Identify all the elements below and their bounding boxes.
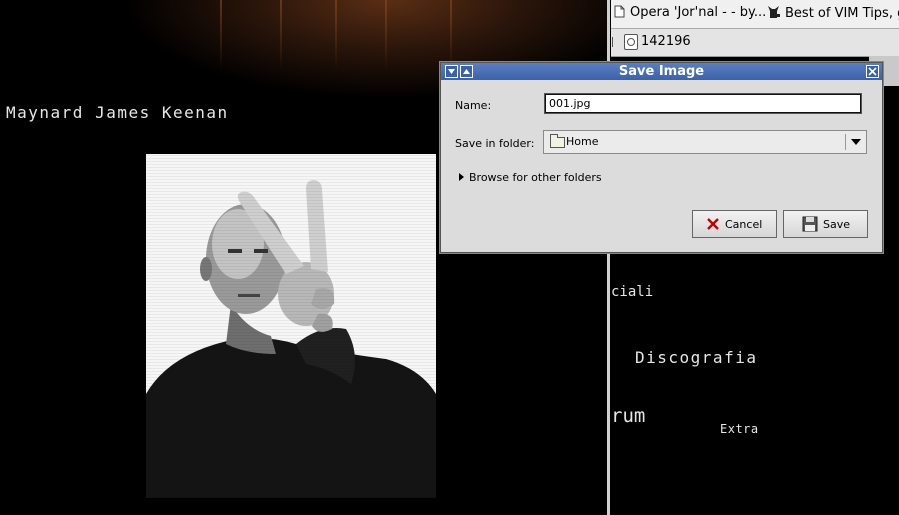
tab-label: Best of VIM Tips, g: [785, 6, 899, 21]
chevron-down-icon: [851, 139, 861, 145]
close-button[interactable]: [866, 65, 879, 78]
cat-icon: [767, 5, 780, 23]
save-in-folder-label: Save in folder:: [455, 137, 535, 150]
tab-bar: Opera 'Jor'nal - - by... Best of VIM Tip…: [611, 0, 899, 29]
filename-input[interactable]: [544, 93, 862, 114]
name-label: Name:: [455, 99, 492, 112]
save-button[interactable]: Save: [783, 210, 868, 238]
document-icon: [614, 5, 625, 22]
artist-photo[interactable]: [146, 154, 436, 498]
floppy-disk-icon: [802, 216, 818, 232]
address-value: 142196: [641, 34, 691, 49]
link-extra[interactable]: Extra: [720, 422, 759, 436]
link-sociali[interactable]: ciali: [611, 284, 653, 300]
cancel-x-icon: [707, 218, 719, 230]
tab-opera-jornal[interactable]: Opera 'Jor'nal - - by...: [614, 5, 766, 22]
address-edge-icon: [612, 37, 616, 47]
security-icon: [624, 34, 638, 50]
close-icon: [868, 67, 877, 76]
save-label: Save: [823, 218, 851, 231]
cancel-button[interactable]: Cancel: [692, 210, 777, 238]
combo-separator: [845, 134, 846, 150]
link-forum[interactable]: rum: [611, 405, 645, 427]
address-bar[interactable]: 142196: [611, 29, 899, 57]
browse-label: Browse for other folders: [469, 171, 602, 184]
expander-arrow-icon: [459, 173, 464, 181]
cancel-label: Cancel: [725, 218, 763, 231]
folder-value: Home: [566, 135, 599, 148]
save-image-dialog: Save Image Name: Save in folder: Home Br…: [440, 62, 883, 253]
folder-select[interactable]: Home: [543, 130, 867, 154]
link-discografia[interactable]: Discografia: [635, 348, 757, 367]
dialog-titlebar[interactable]: Save Image: [441, 63, 882, 80]
dialog-title: Save Image: [618, 64, 705, 79]
browse-folders-expander[interactable]: Browse for other folders: [459, 171, 602, 184]
artist-name-heading: Maynard James Keenan: [6, 103, 229, 122]
tab-vim-tips[interactable]: Best of VIM Tips, g: [767, 5, 899, 23]
tab-label: Opera 'Jor'nal - - by...: [630, 5, 767, 20]
folder-icon: [550, 134, 565, 148]
